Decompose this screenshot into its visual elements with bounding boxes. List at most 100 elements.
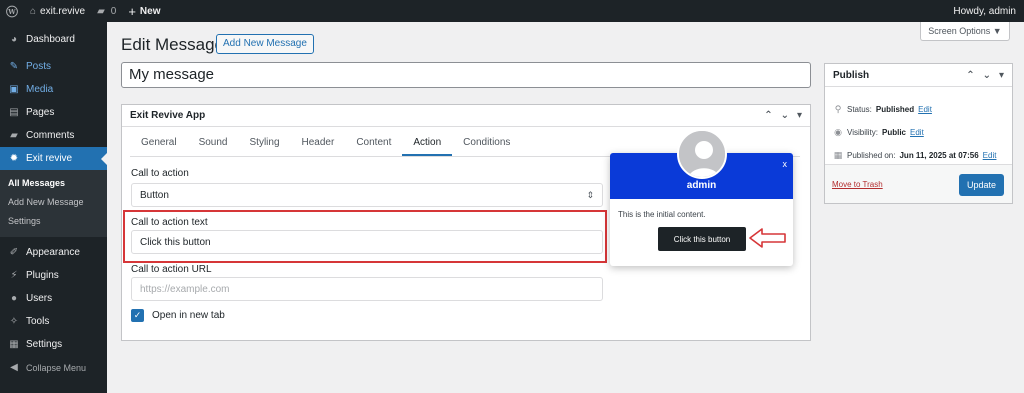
new-content-link[interactable]: + New	[122, 0, 166, 22]
add-new-message-button[interactable]: Add New Message	[216, 34, 314, 54]
sidebar-item-media[interactable]: ▣ Media	[0, 78, 107, 101]
published-row: ▦ Published on: Jun 11, 2025 at 07:56 Ed…	[833, 150, 997, 161]
cta-url-label: Call to action URL	[131, 264, 212, 275]
exit-revive-submenu: All Messages Add New Message Settings	[0, 170, 107, 237]
sidebar-item-label: Posts	[26, 61, 52, 72]
page-title: Edit Message	[121, 35, 224, 54]
howdy-text: Howdy, admin	[953, 5, 1016, 17]
sidebar-item-settings[interactable]: ▦ Settings	[0, 333, 107, 356]
app-box-header: Exit Revive App ⌃ ⌄ ▾	[122, 105, 810, 127]
tab-action[interactable]: Action	[402, 131, 453, 156]
visibility-value: Public	[881, 128, 906, 137]
move-to-trash-link[interactable]: Move to Trash	[832, 180, 883, 189]
sidebar-item-label: Media	[26, 84, 54, 95]
tab-content[interactable]: Content	[345, 131, 402, 156]
home-icon: ⌂	[30, 5, 37, 17]
status-label: Status:	[847, 105, 872, 114]
eye-icon: ◉	[834, 127, 842, 137]
sidebar-item-users[interactable]: ● Users	[0, 287, 107, 310]
screen-options-button[interactable]: Screen Options ▼	[920, 22, 1010, 41]
caret-down-icon[interactable]: ▾	[797, 110, 802, 121]
post-title-input[interactable]: My message	[121, 62, 811, 88]
preview-name: admin	[686, 180, 717, 191]
settings-icon: ▦	[9, 339, 19, 350]
sidebar-item-plugins[interactable]: ⚡ Plugins	[0, 264, 107, 287]
status-row: ⚲ Status: Published Edit	[833, 104, 932, 115]
comments-link[interactable]: ▰ 0	[91, 0, 122, 22]
sidebar-item-label: Pages	[26, 107, 55, 118]
visibility-row: ◉ Visibility: Public Edit	[833, 127, 924, 138]
edit-status-link[interactable]: Edit	[918, 105, 932, 114]
sidebar-item-label: Settings	[26, 339, 63, 350]
user-icon: ●	[10, 293, 18, 304]
pin-icon: ⚲	[834, 104, 842, 114]
visibility-label: Visibility:	[847, 128, 878, 137]
chevron-down-icon[interactable]: ⌄	[781, 110, 789, 121]
published-label: Published on:	[847, 151, 896, 160]
gear-icon: ✹	[9, 153, 19, 164]
sidebar-item-pages[interactable]: ▤ Pages	[0, 101, 107, 124]
avatar	[677, 129, 727, 179]
sidebar-item-tools[interactable]: ✧ Tools	[0, 310, 107, 333]
sidebar-item-posts[interactable]: ✎ Posts	[0, 55, 107, 78]
cta-text-label: Call to action text	[131, 217, 208, 228]
cta-select[interactable]: Button ⇕	[131, 183, 603, 207]
update-button[interactable]: Update	[959, 174, 1004, 196]
tab-general[interactable]: General	[130, 131, 188, 156]
chevron-down-icon[interactable]: ⌄	[983, 70, 991, 81]
sidebar-item-label: Tools	[26, 316, 50, 327]
sidebar-item-label: Appearance	[26, 247, 80, 258]
published-value: Jun 11, 2025 at 07:56	[899, 151, 979, 160]
edit-date-link[interactable]: Edit	[983, 151, 997, 160]
plug-icon: ⚡	[10, 270, 18, 281]
open-new-tab-checkbox[interactable]: ✓	[131, 309, 144, 322]
admin-sidebar: ◕ Dashboard ✎ Posts ▣ Media ▤ Pages ▰ Comment…	[0, 22, 107, 393]
howdy-account-menu[interactable]: Howdy, admin	[947, 0, 1024, 22]
tab-header[interactable]: Header	[291, 131, 346, 156]
calendar-icon: ▦	[833, 150, 843, 160]
media-icon: ▣	[9, 84, 19, 95]
app-box-title: Exit Revive App	[130, 110, 206, 121]
chevron-up-icon[interactable]: ⌃	[966, 70, 974, 81]
sidebar-item-exit-revive[interactable]: ✹ Exit revive	[0, 147, 107, 170]
new-label: New	[139, 5, 161, 17]
site-name: exit.revive	[40, 5, 86, 17]
admin-bar: W ⌂ exit.revive ▰ 0 + New Howdy, admin	[0, 0, 1024, 22]
sidebar-item-label: Users	[26, 293, 53, 304]
site-name-link[interactable]: ⌂ exit.revive	[24, 0, 91, 22]
submenu-settings[interactable]: Settings	[0, 212, 107, 231]
cta-text-input[interactable]: Click this button	[131, 230, 603, 254]
dashboard-icon: ◕	[10, 34, 18, 45]
cta-select-value: Button	[140, 189, 169, 201]
tab-sound[interactable]: Sound	[188, 131, 239, 156]
tab-styling[interactable]: Styling	[239, 131, 291, 156]
preview-close-icon[interactable]: x	[783, 159, 788, 169]
publish-actions: Move to Trash Update	[825, 164, 1012, 203]
submenu-all-messages[interactable]: All Messages	[0, 174, 107, 193]
sidebar-collapse-menu[interactable]: ◀ Collapse Menu	[0, 356, 107, 379]
submenu-add-new-message[interactable]: Add New Message	[0, 193, 107, 212]
edit-visibility-link[interactable]: Edit	[910, 128, 924, 137]
tab-conditions[interactable]: Conditions	[452, 131, 521, 156]
brush-icon: ✐	[9, 247, 19, 258]
red-arrow-annotation-icon	[749, 228, 786, 248]
comment-bubble-icon: ▰	[97, 5, 105, 17]
chevron-up-icon[interactable]: ⌃	[764, 110, 772, 121]
sidebar-item-label: Dashboard	[26, 34, 75, 45]
comments-count: 0	[110, 5, 117, 17]
sidebar-item-dashboard[interactable]: ◕ Dashboard	[0, 28, 107, 51]
sidebar-item-comments[interactable]: ▰ Comments	[0, 124, 107, 147]
preview-cta-button[interactable]: Click this button	[658, 227, 746, 251]
sidebar-item-appearance[interactable]: ✐ Appearance	[0, 241, 107, 264]
cta-label: Call to action	[131, 168, 189, 179]
preview-header: x admin	[610, 129, 793, 199]
wordpress-logo-icon[interactable]: W	[0, 0, 24, 22]
publish-box-header: Publish ⌃ ⌄ ▾	[825, 64, 1012, 87]
publish-box: Publish ⌃ ⌄ ▾ ⚲ Status: Published Edit ◉…	[824, 63, 1013, 204]
status-value: Published	[875, 105, 915, 114]
wrench-icon: ✧	[9, 316, 19, 327]
cta-url-input[interactable]: https://example.com	[131, 277, 603, 301]
caret-down-icon[interactable]: ▾	[999, 70, 1004, 81]
pages-icon: ▤	[9, 107, 19, 118]
sidebar-item-label: Plugins	[26, 270, 59, 281]
